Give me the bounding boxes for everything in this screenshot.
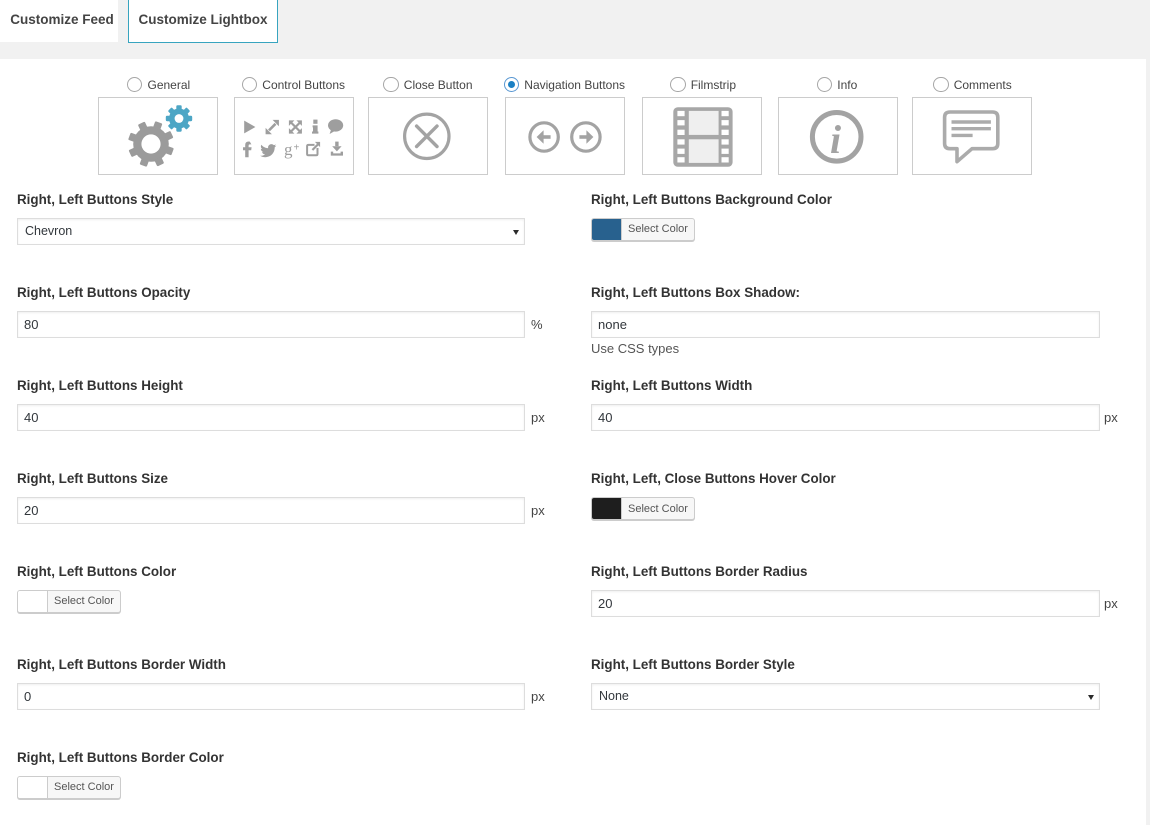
svg-text:+: + <box>293 143 299 154</box>
svg-text:i: i <box>830 117 841 162</box>
svg-text:g: g <box>284 140 293 159</box>
